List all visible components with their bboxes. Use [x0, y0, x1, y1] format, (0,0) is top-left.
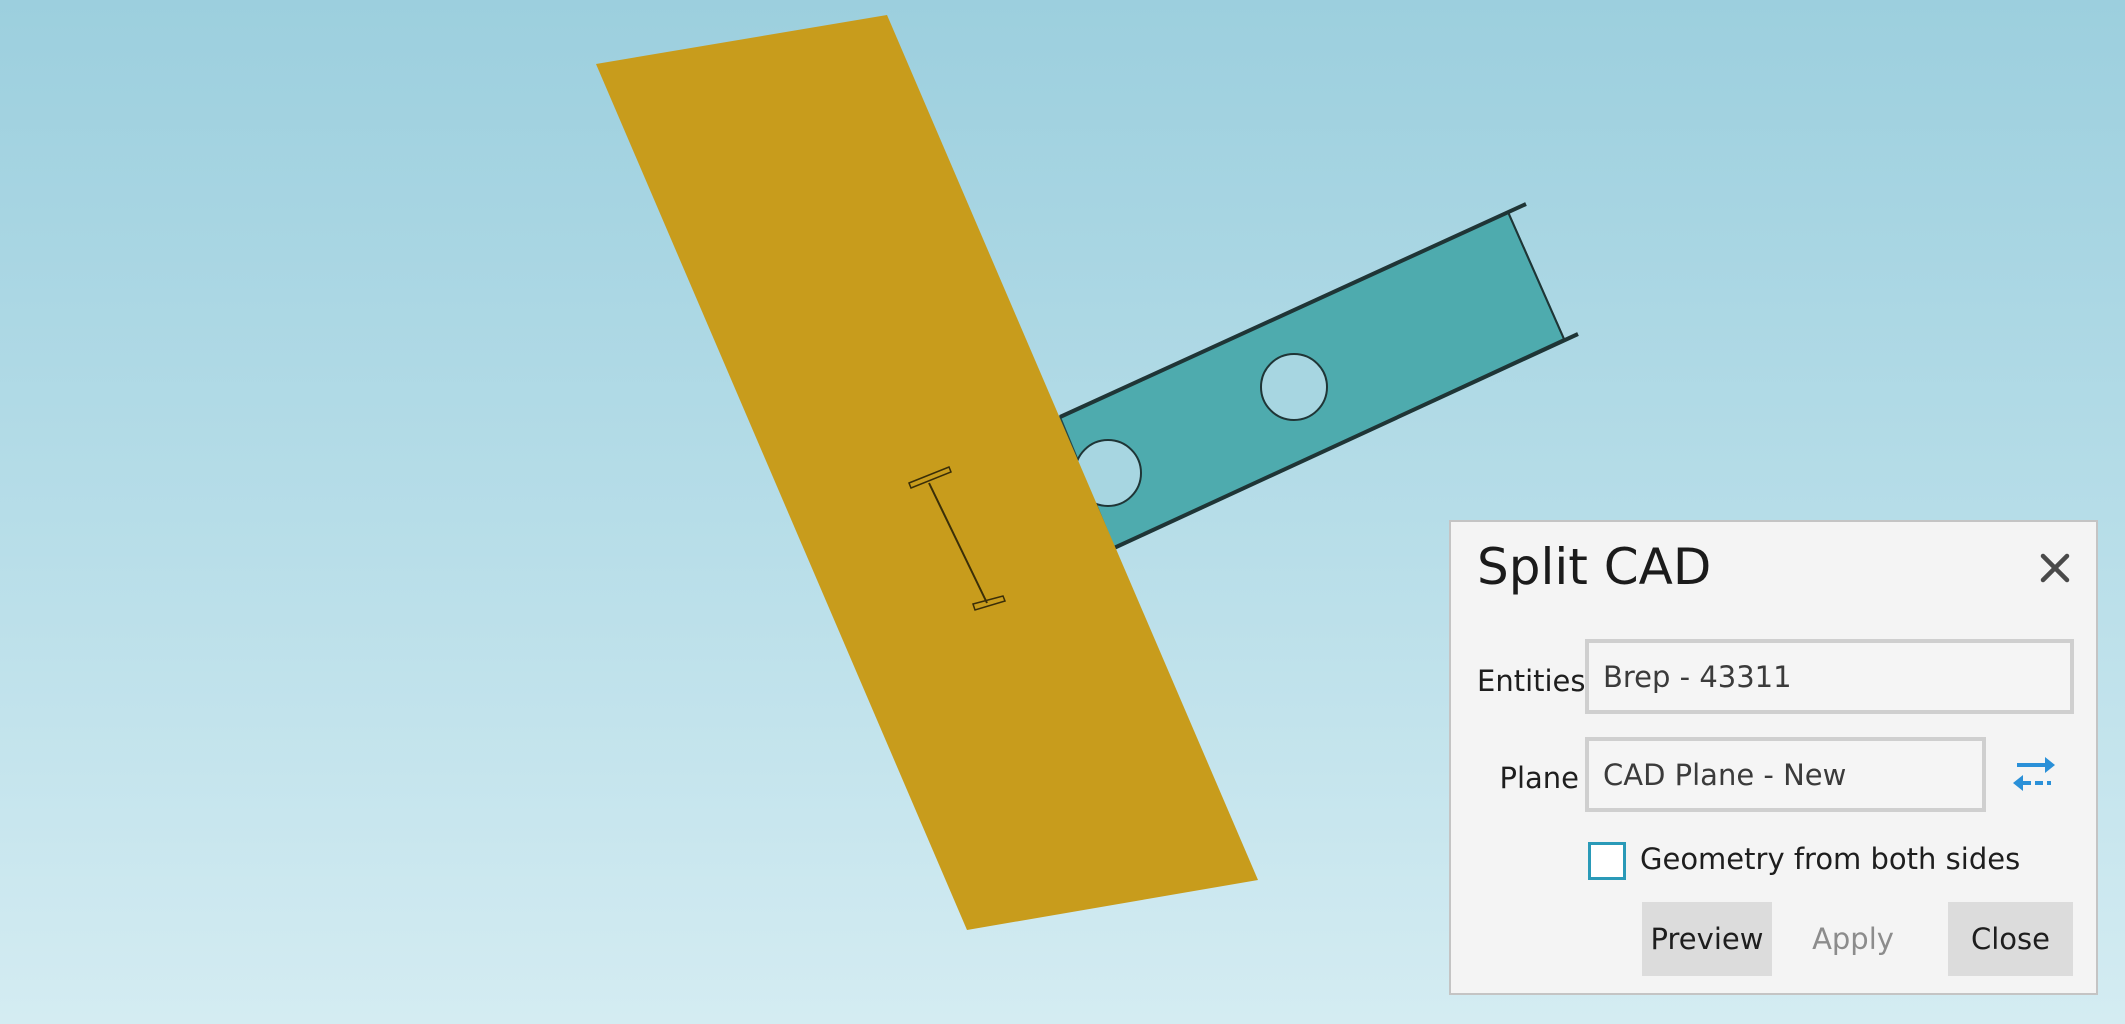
- teal-beam-web[interactable]: [1058, 202, 1579, 550]
- geometry-both-sides-checkbox[interactable]: [1588, 842, 1626, 880]
- swap-direction-icon[interactable]: [2011, 754, 2057, 794]
- close-button[interactable]: Close: [1948, 902, 2073, 976]
- entities-label: Entities: [1477, 664, 1586, 698]
- entities-field[interactable]: Brep - 43311: [1585, 639, 2074, 714]
- beam-hole: [1260, 353, 1328, 421]
- plane-label: Plane: [1499, 761, 1579, 795]
- preview-button[interactable]: Preview: [1642, 902, 1772, 976]
- geometry-both-sides-label: Geometry from both sides: [1640, 842, 2021, 876]
- split-cad-dialog: Split CAD Entities Brep - 43311 Plane CA…: [1449, 520, 2098, 995]
- plane-field[interactable]: CAD Plane - New: [1585, 737, 1986, 812]
- dialog-title: Split CAD: [1477, 538, 1712, 596]
- close-icon[interactable]: [2033, 546, 2077, 590]
- apply-button[interactable]: Apply: [1788, 902, 1918, 976]
